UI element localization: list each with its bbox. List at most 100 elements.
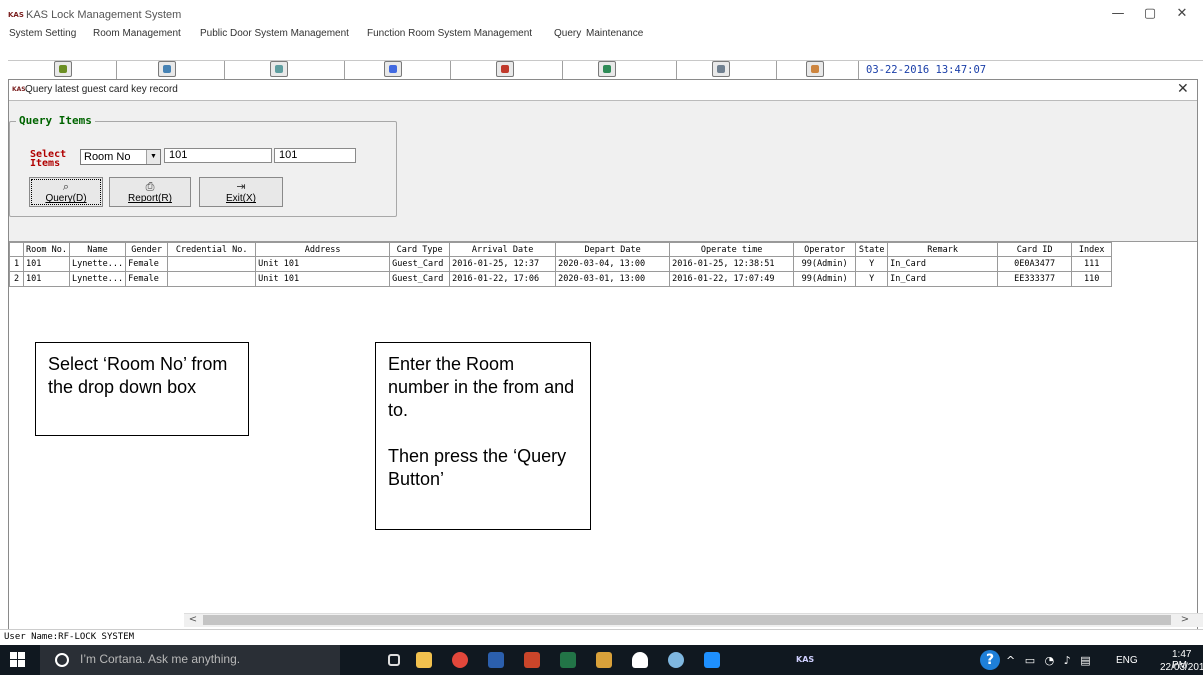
windows-start-icon[interactable] bbox=[10, 652, 26, 668]
kas-taskbar-label[interactable]: KAS bbox=[796, 655, 814, 664]
scroll-left-icon[interactable]: < bbox=[184, 613, 202, 627]
maximize-button[interactable]: ▢ bbox=[1138, 4, 1162, 24]
table-row[interactable]: 1 101 Lynette... Female Unit 101 Guest_C… bbox=[9, 256, 1113, 272]
table-cell: 101 bbox=[23, 271, 70, 287]
app-icon[interactable] bbox=[596, 652, 612, 668]
column-header[interactable]: Depart Date bbox=[555, 242, 671, 257]
table-cell: EE333377 bbox=[997, 271, 1073, 287]
exit-button[interactable]: ⇥ Exit(X) bbox=[199, 177, 283, 207]
report-button[interactable]: ⎙ Report(R) bbox=[109, 177, 191, 207]
table-cell: 2016-01-22, 17:06 bbox=[449, 271, 557, 287]
table-cell: Unit 101 bbox=[255, 256, 391, 272]
help-icon[interactable]: ? bbox=[980, 650, 1000, 670]
column-header[interactable]: Room No. bbox=[23, 242, 70, 257]
room-card-icon[interactable] bbox=[54, 61, 72, 77]
close-button[interactable]: ✕ bbox=[1170, 4, 1194, 24]
scroll-right-icon[interactable]: > bbox=[1176, 613, 1194, 627]
language-indicator[interactable]: ENG bbox=[1116, 655, 1138, 666]
column-header[interactable]: State bbox=[855, 242, 889, 257]
minimize-button[interactable]: — bbox=[1106, 4, 1130, 24]
chrome-icon[interactable] bbox=[452, 652, 468, 668]
table-cell: 2016-01-25, 12:38:51 bbox=[669, 256, 795, 272]
toolbar: 03-22-2016 13:47:07 bbox=[8, 60, 1203, 81]
guest-card-icon[interactable] bbox=[158, 61, 176, 77]
file-explorer-icon[interactable] bbox=[416, 652, 432, 668]
magnifier-icon: ⌕ bbox=[62, 181, 70, 193]
column-header[interactable]: Remark bbox=[887, 242, 999, 257]
query-button[interactable]: ⌕ Query(D) bbox=[29, 177, 103, 207]
annotation-enter-room: Enter the Room number in the from and to… bbox=[375, 342, 591, 530]
menu-function-room[interactable]: Function Room System Management bbox=[367, 28, 532, 39]
door-icon[interactable] bbox=[384, 61, 402, 77]
task-view-icon[interactable] bbox=[388, 654, 400, 666]
column-header[interactable]: Operate time bbox=[669, 242, 795, 257]
column-header[interactable]: Card ID bbox=[997, 242, 1073, 257]
menu-query[interactable]: Query bbox=[554, 28, 581, 39]
table-cell: 2020-03-04, 13:00 bbox=[555, 256, 671, 272]
table-cell bbox=[167, 256, 257, 272]
taskbar-date[interactable]: 22/03/2016 bbox=[1160, 662, 1203, 673]
taskbar: I’m Cortana. Ask me anything. KAS ? ^ ▭ … bbox=[0, 645, 1203, 675]
dialog-close-icon[interactable]: ✕ bbox=[1177, 81, 1189, 97]
room-from-input[interactable]: 101 bbox=[164, 148, 272, 163]
menu-room-management[interactable]: Room Management bbox=[93, 28, 181, 39]
column-header[interactable]: Arrival Date bbox=[449, 242, 557, 257]
toolbar-separator bbox=[676, 61, 677, 81]
reader-icon[interactable] bbox=[712, 61, 730, 77]
menu-public-door[interactable]: Public Door System Management bbox=[200, 28, 349, 39]
column-header bbox=[9, 242, 24, 257]
column-header[interactable]: Name bbox=[68, 242, 127, 257]
app-title: KAS Lock Management System bbox=[26, 9, 182, 21]
teamviewer-icon[interactable] bbox=[704, 652, 720, 668]
table-cell: 99(Admin) bbox=[793, 271, 857, 287]
query-dialog: KAS Query latest guest card key record ✕… bbox=[8, 79, 1198, 629]
lock-icon[interactable] bbox=[598, 61, 616, 77]
book-icon[interactable] bbox=[496, 61, 514, 77]
table-cell: Y bbox=[855, 271, 889, 287]
chevron-down-icon[interactable]: ▼ bbox=[146, 150, 160, 164]
table-cell: Lynette... bbox=[68, 256, 127, 272]
column-header[interactable]: Credential No. bbox=[167, 242, 257, 257]
cortana-placeholder: I’m Cortana. Ask me anything. bbox=[80, 652, 241, 666]
status-user-name: User Name:RF-LOCK SYSTEM bbox=[4, 632, 135, 642]
table-cell: Guest_Card bbox=[389, 271, 451, 287]
menu-system-setting[interactable]: System Setting bbox=[9, 28, 76, 39]
dialog-title-bar: KAS Query latest guest card key record ✕ bbox=[9, 80, 1197, 100]
room-to-input[interactable]: 101 bbox=[274, 148, 356, 163]
report-button-label: Report(R) bbox=[128, 193, 172, 204]
paint-icon[interactable] bbox=[668, 652, 684, 668]
user-icon[interactable] bbox=[806, 61, 824, 77]
table-row[interactable]: 2 101 Lynette... Female Unit 101 Guest_C… bbox=[9, 271, 1113, 287]
status-bar: User Name:RF-LOCK SYSTEM bbox=[0, 629, 1203, 645]
column-header[interactable]: Gender bbox=[125, 242, 169, 257]
query-items-title: Query Items bbox=[16, 114, 95, 127]
table-cell: 111 bbox=[1071, 256, 1113, 272]
table-cell bbox=[167, 271, 257, 287]
table-cell: Female bbox=[125, 256, 169, 272]
table-cell: 2020-03-01, 13:00 bbox=[555, 271, 671, 287]
scrollbar-thumb[interactable] bbox=[203, 615, 1171, 625]
annotation-text: Select ‘Room No’ from the drop down box bbox=[48, 354, 228, 397]
table-cell: 2016-01-25, 12:37 bbox=[449, 256, 557, 272]
table-cell: In_Card bbox=[887, 271, 999, 287]
title-bar: KAS KAS Lock Management System — ▢ ✕ bbox=[0, 0, 1203, 26]
column-header[interactable]: Operator bbox=[793, 242, 857, 257]
results-table: Room No. Name Gender Credential No. Addr… bbox=[9, 241, 1197, 629]
system-tray-icons[interactable]: ^ ▭ ◔ ♪ ▤ bbox=[1006, 654, 1094, 667]
column-header[interactable]: Index bbox=[1071, 242, 1113, 257]
menu-maintenance[interactable]: Maintenance bbox=[586, 28, 643, 39]
lock-app-icon[interactable] bbox=[632, 652, 648, 668]
table-cell: Unit 101 bbox=[255, 271, 391, 287]
column-header[interactable]: Address bbox=[255, 242, 391, 257]
table-header-row: Room No. Name Gender Credential No. Addr… bbox=[9, 242, 1113, 257]
select-items-dropdown[interactable]: Room No ▼ bbox=[80, 149, 161, 165]
column-header[interactable]: Card Type bbox=[389, 242, 451, 257]
word-icon[interactable] bbox=[488, 652, 504, 668]
dialog-body: Query Items Select Items Room No ▼ 101 1… bbox=[9, 100, 1197, 629]
table-cell: 2016-01-22, 17:07:49 bbox=[669, 271, 795, 287]
toolbar-datetime: 03-22-2016 13:47:07 bbox=[866, 64, 987, 76]
checkout-icon[interactable] bbox=[270, 61, 288, 77]
excel-icon[interactable] bbox=[560, 652, 576, 668]
annotation-text: Then press the ‘Query Button’ bbox=[388, 446, 567, 489]
powerpoint-icon[interactable] bbox=[524, 652, 540, 668]
